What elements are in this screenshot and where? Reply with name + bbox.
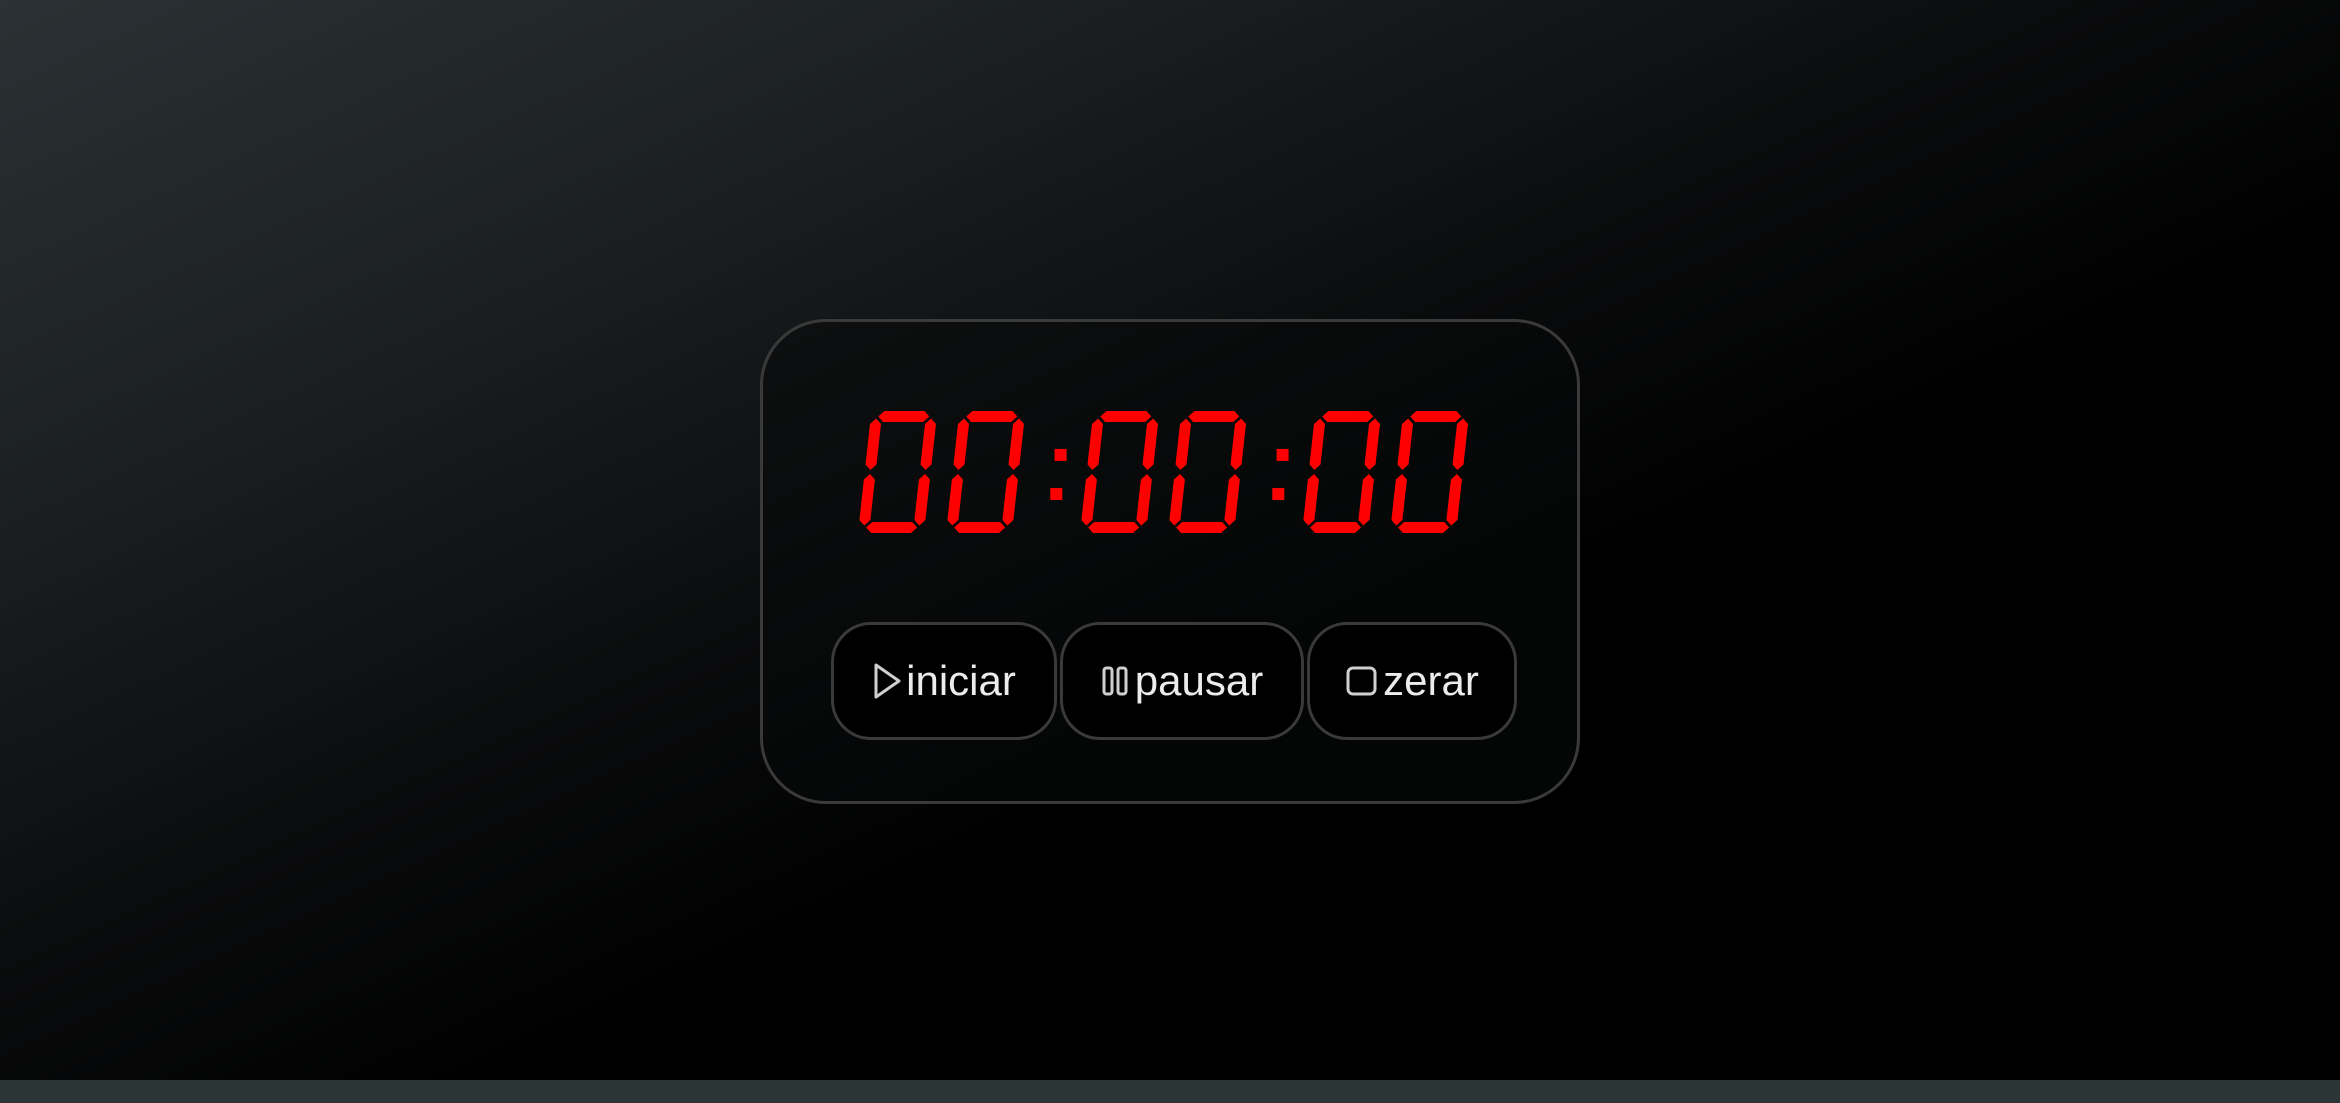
segment-b — [1452, 418, 1468, 470]
segment-b — [1142, 418, 1158, 470]
colon-dot-1-top — [1276, 448, 1289, 461]
segment-c — [1224, 474, 1240, 526]
segment-a — [966, 411, 1018, 422]
reset-button-label: zerar — [1383, 657, 1479, 704]
bottom-bar — [0, 1080, 2340, 1103]
segment-a — [1322, 411, 1374, 422]
segment-b — [1364, 418, 1380, 470]
segment-d — [866, 522, 918, 533]
segment-d — [1088, 522, 1140, 533]
timer-digit-2 — [1081, 411, 1158, 533]
timer-display — [763, 402, 1577, 542]
segment-a — [1188, 411, 1240, 422]
timer-digit-5 — [1391, 411, 1468, 533]
segment-c — [1446, 474, 1462, 526]
start-button[interactable]: iniciar — [831, 622, 1057, 740]
control-buttons: iniciar pausar zerar — [831, 622, 1517, 740]
timer-digit-4 — [1303, 411, 1380, 533]
segment-e — [1303, 474, 1319, 526]
segment-e — [1081, 474, 1097, 526]
timer-digit-3 — [1169, 411, 1246, 533]
segment-c — [1136, 474, 1152, 526]
segment-e — [1391, 474, 1407, 526]
seven-segment-display — [859, 411, 1468, 533]
segment-d — [1176, 522, 1228, 533]
segment-a — [1100, 411, 1152, 422]
segment-f — [1175, 418, 1191, 470]
segment-e — [1169, 474, 1185, 526]
segment-d — [1310, 522, 1362, 533]
segment-c — [1002, 474, 1018, 526]
colon-dot-0-top — [1054, 448, 1067, 461]
pause-button-label: pausar — [1134, 657, 1264, 704]
stop-icon — [1345, 665, 1379, 697]
pause-icon — [1101, 665, 1131, 697]
colon-dot-0-bottom — [1050, 487, 1063, 500]
segment-f — [953, 418, 969, 470]
segment-d — [954, 522, 1006, 533]
segment-e — [947, 474, 963, 526]
segment-c — [914, 474, 930, 526]
reset-button[interactable]: zerar — [1307, 622, 1517, 740]
segment-d — [1398, 522, 1450, 533]
colon-dot-1-bottom — [1272, 487, 1285, 500]
segment-e — [859, 474, 875, 526]
segment-b — [1008, 418, 1024, 470]
segment-c — [1358, 474, 1374, 526]
start-button-label: iniciar — [906, 657, 1016, 704]
pause-button[interactable]: pausar — [1060, 622, 1304, 740]
play-icon — [872, 662, 902, 700]
segment-f — [1087, 418, 1103, 470]
stopwatch-card: iniciar pausar zerar — [760, 319, 1580, 804]
timer-digit-1 — [947, 411, 1024, 533]
timer-digit-0 — [859, 411, 936, 533]
segment-a — [878, 411, 930, 422]
segment-f — [865, 418, 881, 470]
segment-b — [920, 418, 936, 470]
segment-b — [1230, 418, 1246, 470]
segment-f — [1397, 418, 1413, 470]
segment-a — [1410, 411, 1462, 422]
segment-f — [1309, 418, 1325, 470]
